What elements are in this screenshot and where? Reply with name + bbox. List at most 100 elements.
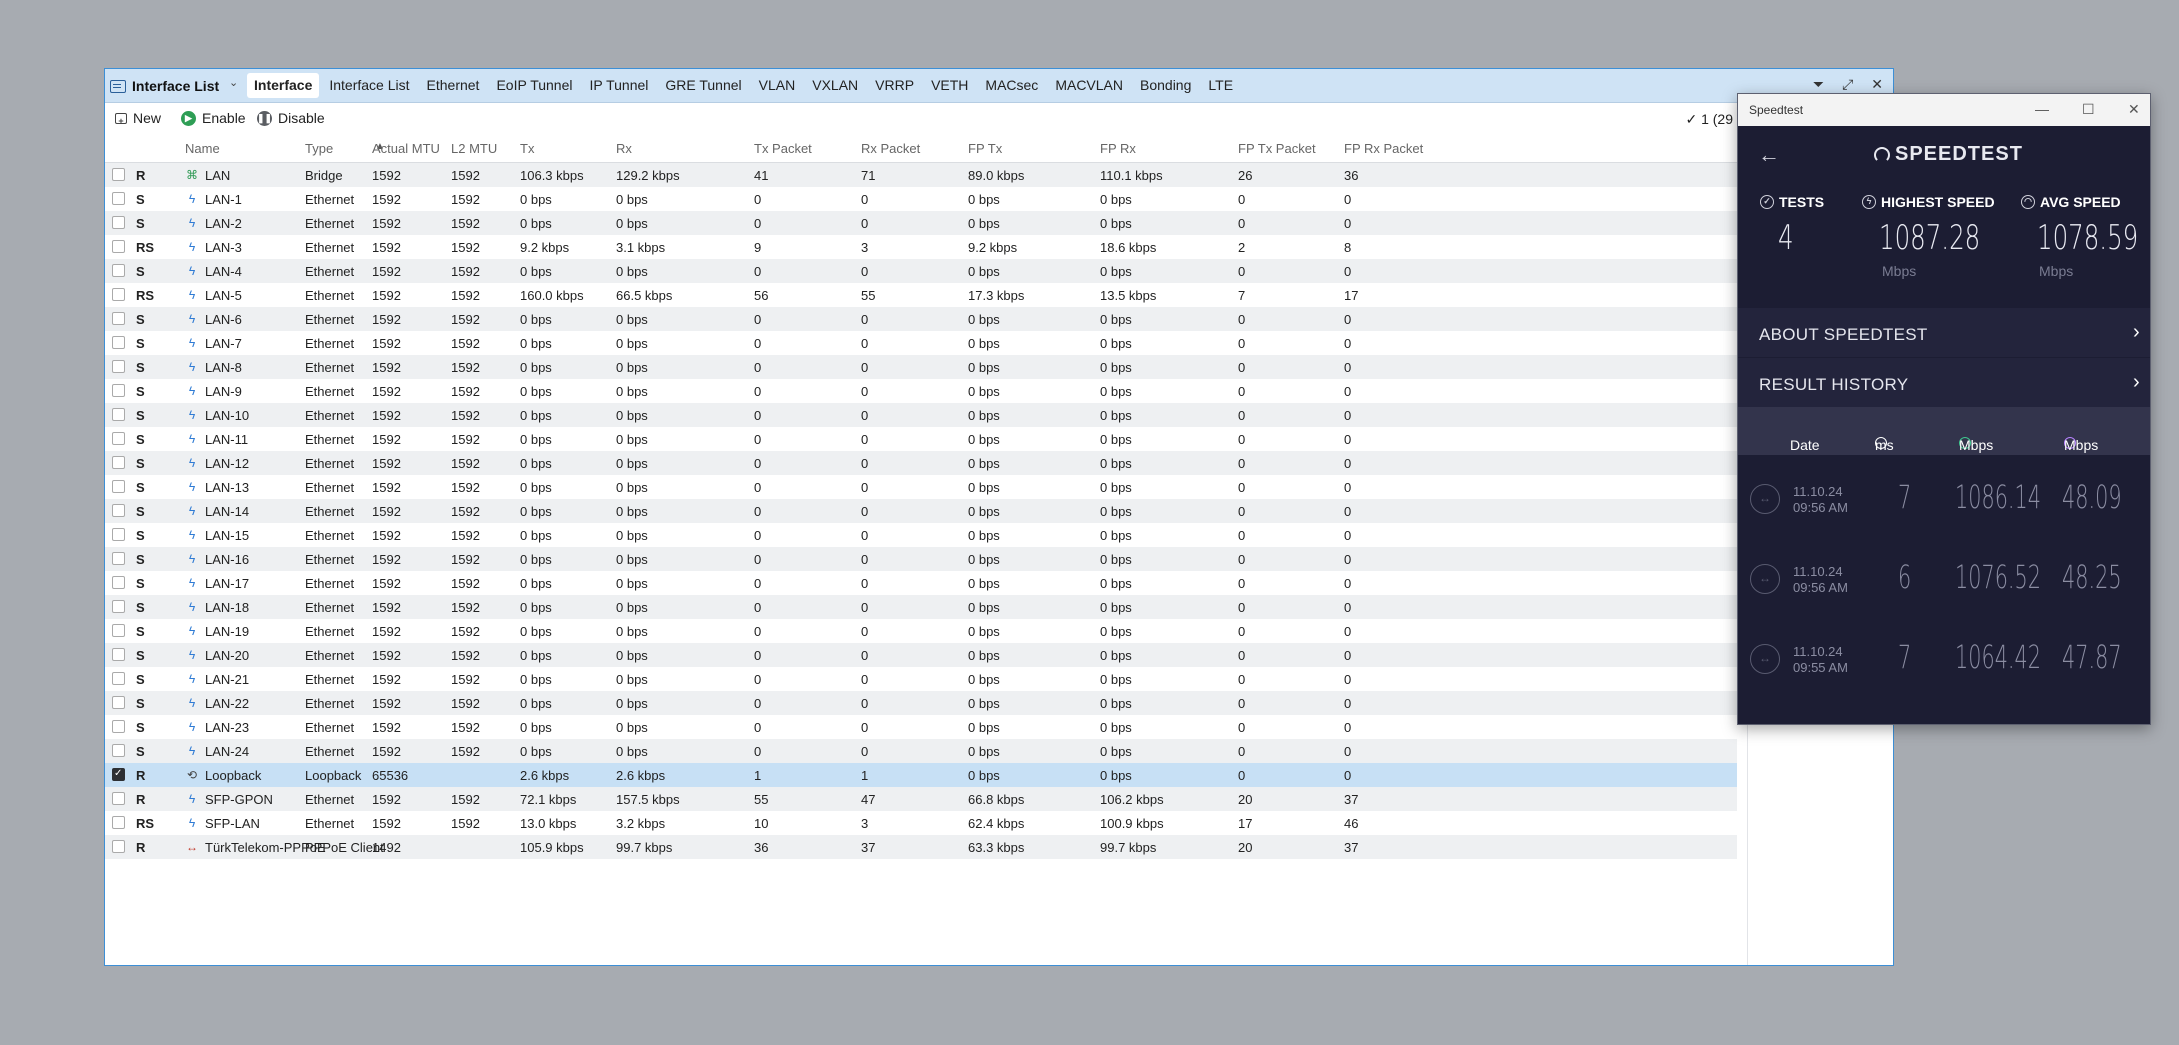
table-row[interactable]: Sϟ LAN-4 Ethernet 1592 1592 0 bps 0 bps 0 0 0 bps… — [105, 259, 1737, 283]
history-row[interactable]: ↔ 11.10.24 09:56 AM 6 1076.52 48.25 — [1738, 542, 2150, 622]
tab-bonding[interactable]: Bonding — [1133, 73, 1198, 98]
row-checkbox[interactable] — [112, 192, 125, 205]
row-checkbox[interactable] — [112, 576, 125, 589]
close-icon[interactable]: ✕ — [1871, 76, 1883, 93]
table-row[interactable]: Sϟ LAN-1 Ethernet 1592 1592 0 bps 0 bps 0 0 0 bps… — [105, 187, 1737, 211]
column-header-rx-packet[interactable]: Rx Packet — [861, 141, 920, 156]
table-row[interactable]: Sϟ LAN-17 Ethernet 1592 1592 0 bps 0 bps 0 0 0 bp… — [105, 571, 1737, 595]
row-checkbox[interactable] — [112, 720, 125, 733]
table-row[interactable]: Sϟ LAN-2 Ethernet 1592 1592 0 bps 0 bps 0 0 0 bps… — [105, 211, 1737, 235]
row-checkbox[interactable] — [112, 624, 125, 637]
disable-button[interactable]: ❚❚ Disable — [257, 110, 325, 126]
row-checkbox[interactable] — [112, 816, 125, 829]
table-row[interactable]: Sϟ LAN-7 Ethernet 1592 1592 0 bps 0 bps 0 0 0 bps… — [105, 331, 1737, 355]
history-row[interactable]: ↔ 11.10.24 09:55 AM 7 1064.42 47.87 — [1738, 622, 2150, 702]
column-header-fp-tx-packet[interactable]: FP Tx Packet — [1238, 141, 1316, 156]
column-header-l2-mtu[interactable]: L2 MTU — [451, 141, 497, 156]
row-checkbox[interactable] — [112, 456, 125, 469]
row-checkbox[interactable] — [112, 288, 125, 301]
tab-macsec[interactable]: MACsec — [978, 73, 1045, 98]
maximize-icon[interactable]: ☐ — [2082, 101, 2095, 118]
row-checkbox[interactable] — [112, 384, 125, 397]
column-header-tx-packet[interactable]: Tx Packet — [754, 141, 812, 156]
row-checkbox[interactable] — [112, 168, 125, 181]
column-header-actual-mtu[interactable]: Actual MTU — [372, 141, 440, 156]
row-checkbox[interactable] — [112, 480, 125, 493]
table-row[interactable]: Sϟ LAN-24 Ethernet 1592 1592 0 bps 0 bps 0 0 0 bp… — [105, 739, 1737, 763]
row-checkbox[interactable] — [112, 696, 125, 709]
row-checkbox[interactable] — [112, 336, 125, 349]
table-row[interactable]: Sϟ LAN-16 Ethernet 1592 1592 0 bps 0 bps 0 0 0 bp… — [105, 547, 1737, 571]
table-row[interactable]: R ⌘ LAN Bridge 1592 1592 106.3 kbps 129.2 kbps 4… — [105, 163, 1737, 187]
table-row[interactable]: Sϟ LAN-8 Ethernet 1592 1592 0 bps 0 bps 0 0 0 bps… — [105, 355, 1737, 379]
tab-ethernet[interactable]: Ethernet — [420, 73, 487, 98]
table-row[interactable]: Sϟ LAN-13 Ethernet 1592 1592 0 bps 0 bps 0 0 0 bp… — [105, 475, 1737, 499]
tab-ip-tunnel[interactable]: IP Tunnel — [582, 73, 655, 98]
column-header-name[interactable]: Name — [185, 141, 220, 156]
row-checkbox[interactable] — [112, 264, 125, 277]
about-speedtest-row[interactable]: ABOUT SPEEDTEST › — [1738, 308, 2150, 358]
enable-button[interactable]: ▶ Enable — [181, 110, 246, 126]
table-row[interactable]: RS ϟ LAN-3 Ethernet 1592 1592 9.2 kbps 3.1 kbps… — [105, 235, 1737, 259]
table-row[interactable]: Sϟ LAN-6 Ethernet 1592 1592 0 bps 0 bps 0 0 0 bps… — [105, 307, 1737, 331]
row-checkbox[interactable] — [112, 240, 125, 253]
tab-lte[interactable]: LTE — [1201, 73, 1240, 98]
tab-gre-tunnel[interactable]: GRE Tunnel — [658, 73, 748, 98]
table-row[interactable]: Sϟ LAN-22 Ethernet 1592 1592 0 bps 0 bps 0 0 0 bp… — [105, 691, 1737, 715]
table-row[interactable]: R ⟲ Loopback Loopback 65536 2.6 kbps 2.6 kbps 1… — [105, 763, 1737, 787]
tab-vxlan[interactable]: VXLAN — [805, 73, 865, 98]
table-row[interactable]: Sϟ LAN-9 Ethernet 1592 1592 0 bps 0 bps 0 0 0 bps… — [105, 379, 1737, 403]
tab-vlan[interactable]: VLAN — [752, 73, 803, 98]
row-checkbox[interactable] — [112, 312, 125, 325]
tab-veth[interactable]: VETH — [924, 73, 975, 98]
row-checkbox[interactable] — [112, 360, 125, 373]
row-checkbox[interactable] — [112, 528, 125, 541]
table-row[interactable]: Sϟ LAN-14 Ethernet 1592 1592 0 bps 0 bps 0 0 0 bp… — [105, 499, 1737, 523]
row-checkbox[interactable] — [112, 408, 125, 421]
row-checkbox[interactable] — [112, 432, 125, 445]
table-row[interactable]: Sϟ LAN-11 Ethernet 1592 1592 0 bps 0 bps 0 0 0 bp… — [105, 427, 1737, 451]
table-row[interactable]: Sϟ LAN-23 Ethernet 1592 1592 0 bps 0 bps 0 0 0 bp… — [105, 715, 1737, 739]
chevron-down-icon[interactable]: ⌄ — [229, 76, 238, 89]
history-row[interactable]: ↔ 11.10.24 09:56 AM 7 1086.14 48.09 — [1738, 462, 2150, 542]
row-checkbox[interactable] — [112, 744, 125, 757]
column-header-tx[interactable]: Tx — [520, 141, 534, 156]
tab-interface[interactable]: Interface — [247, 73, 320, 98]
new-button[interactable]: + New — [115, 110, 161, 126]
table-row[interactable]: Sϟ LAN-20 Ethernet 1592 1592 0 bps 0 bps 0 0 0 bp… — [105, 643, 1737, 667]
close-icon[interactable]: ✕ — [2128, 101, 2140, 118]
tab-interface-list[interactable]: Interface List — [322, 73, 416, 98]
filter-icon[interactable]: ⏷ — [1813, 76, 1824, 93]
tab-macvlan[interactable]: MACVLAN — [1048, 73, 1130, 98]
result-history-row[interactable]: RESULT HISTORY › — [1738, 358, 2150, 408]
column-header-fp-rx[interactable]: FP Rx — [1100, 141, 1136, 156]
table-row[interactable]: Sϟ LAN-10 Ethernet 1592 1592 0 bps 0 bps 0 0 0 bp… — [105, 403, 1737, 427]
row-checkbox[interactable] — [112, 672, 125, 685]
window-title[interactable]: Interface List — [110, 75, 219, 97]
table-row[interactable]: Sϟ LAN-15 Ethernet 1592 1592 0 bps 0 bps 0 0 0 bp… — [105, 523, 1737, 547]
table-row[interactable]: Rϟ SFP-GPON Ethernet 1592 1592 72.1 kbps 157.5… — [105, 787, 1737, 811]
table-row[interactable]: Sϟ LAN-18 Ethernet 1592 1592 0 bps 0 bps 0 0 0 bp… — [105, 595, 1737, 619]
row-checkbox[interactable] — [112, 768, 125, 781]
row-checkbox[interactable] — [112, 216, 125, 229]
column-header-fp-rx-packet[interactable]: FP Rx Packet — [1344, 141, 1423, 156]
table-row[interactable]: RS ϟ SFP-LAN Ethernet 1592 1592 13.0 kbps 3.2 k… — [105, 811, 1737, 835]
table-row[interactable]: R ↔ TürkTelekom-PPPoE PPPoE Client 1492 105.9… — [105, 835, 1737, 859]
row-checkbox[interactable] — [112, 504, 125, 517]
tab-eoip-tunnel[interactable]: EoIP Tunnel — [489, 73, 579, 98]
row-checkbox[interactable] — [112, 552, 125, 565]
row-checkbox[interactable] — [112, 600, 125, 613]
row-checkbox[interactable] — [112, 792, 125, 805]
row-checkbox[interactable] — [112, 840, 125, 853]
column-header-type[interactable]: Type — [305, 141, 333, 156]
table-row[interactable]: Sϟ LAN-12 Ethernet 1592 1592 0 bps 0 bps 0 0 0 bp… — [105, 451, 1737, 475]
column-header-rx[interactable]: Rx — [616, 141, 632, 156]
table-row[interactable]: RS ϟ LAN-5 Ethernet 1592 1592 160.0 kbps 66.5 k… — [105, 283, 1737, 307]
maximize-icon[interactable]: ⤢ — [1842, 76, 1853, 93]
table-row[interactable]: Sϟ LAN-19 Ethernet 1592 1592 0 bps 0 bps 0 0 0 bp… — [105, 619, 1737, 643]
column-header-fp-tx[interactable]: FP Tx — [968, 141, 1002, 156]
row-checkbox[interactable] — [112, 648, 125, 661]
tab-vrrp[interactable]: VRRP — [868, 73, 921, 98]
back-arrow-icon[interactable]: ← — [1758, 142, 1780, 168]
minimize-icon[interactable]: — — [2035, 101, 2049, 117]
